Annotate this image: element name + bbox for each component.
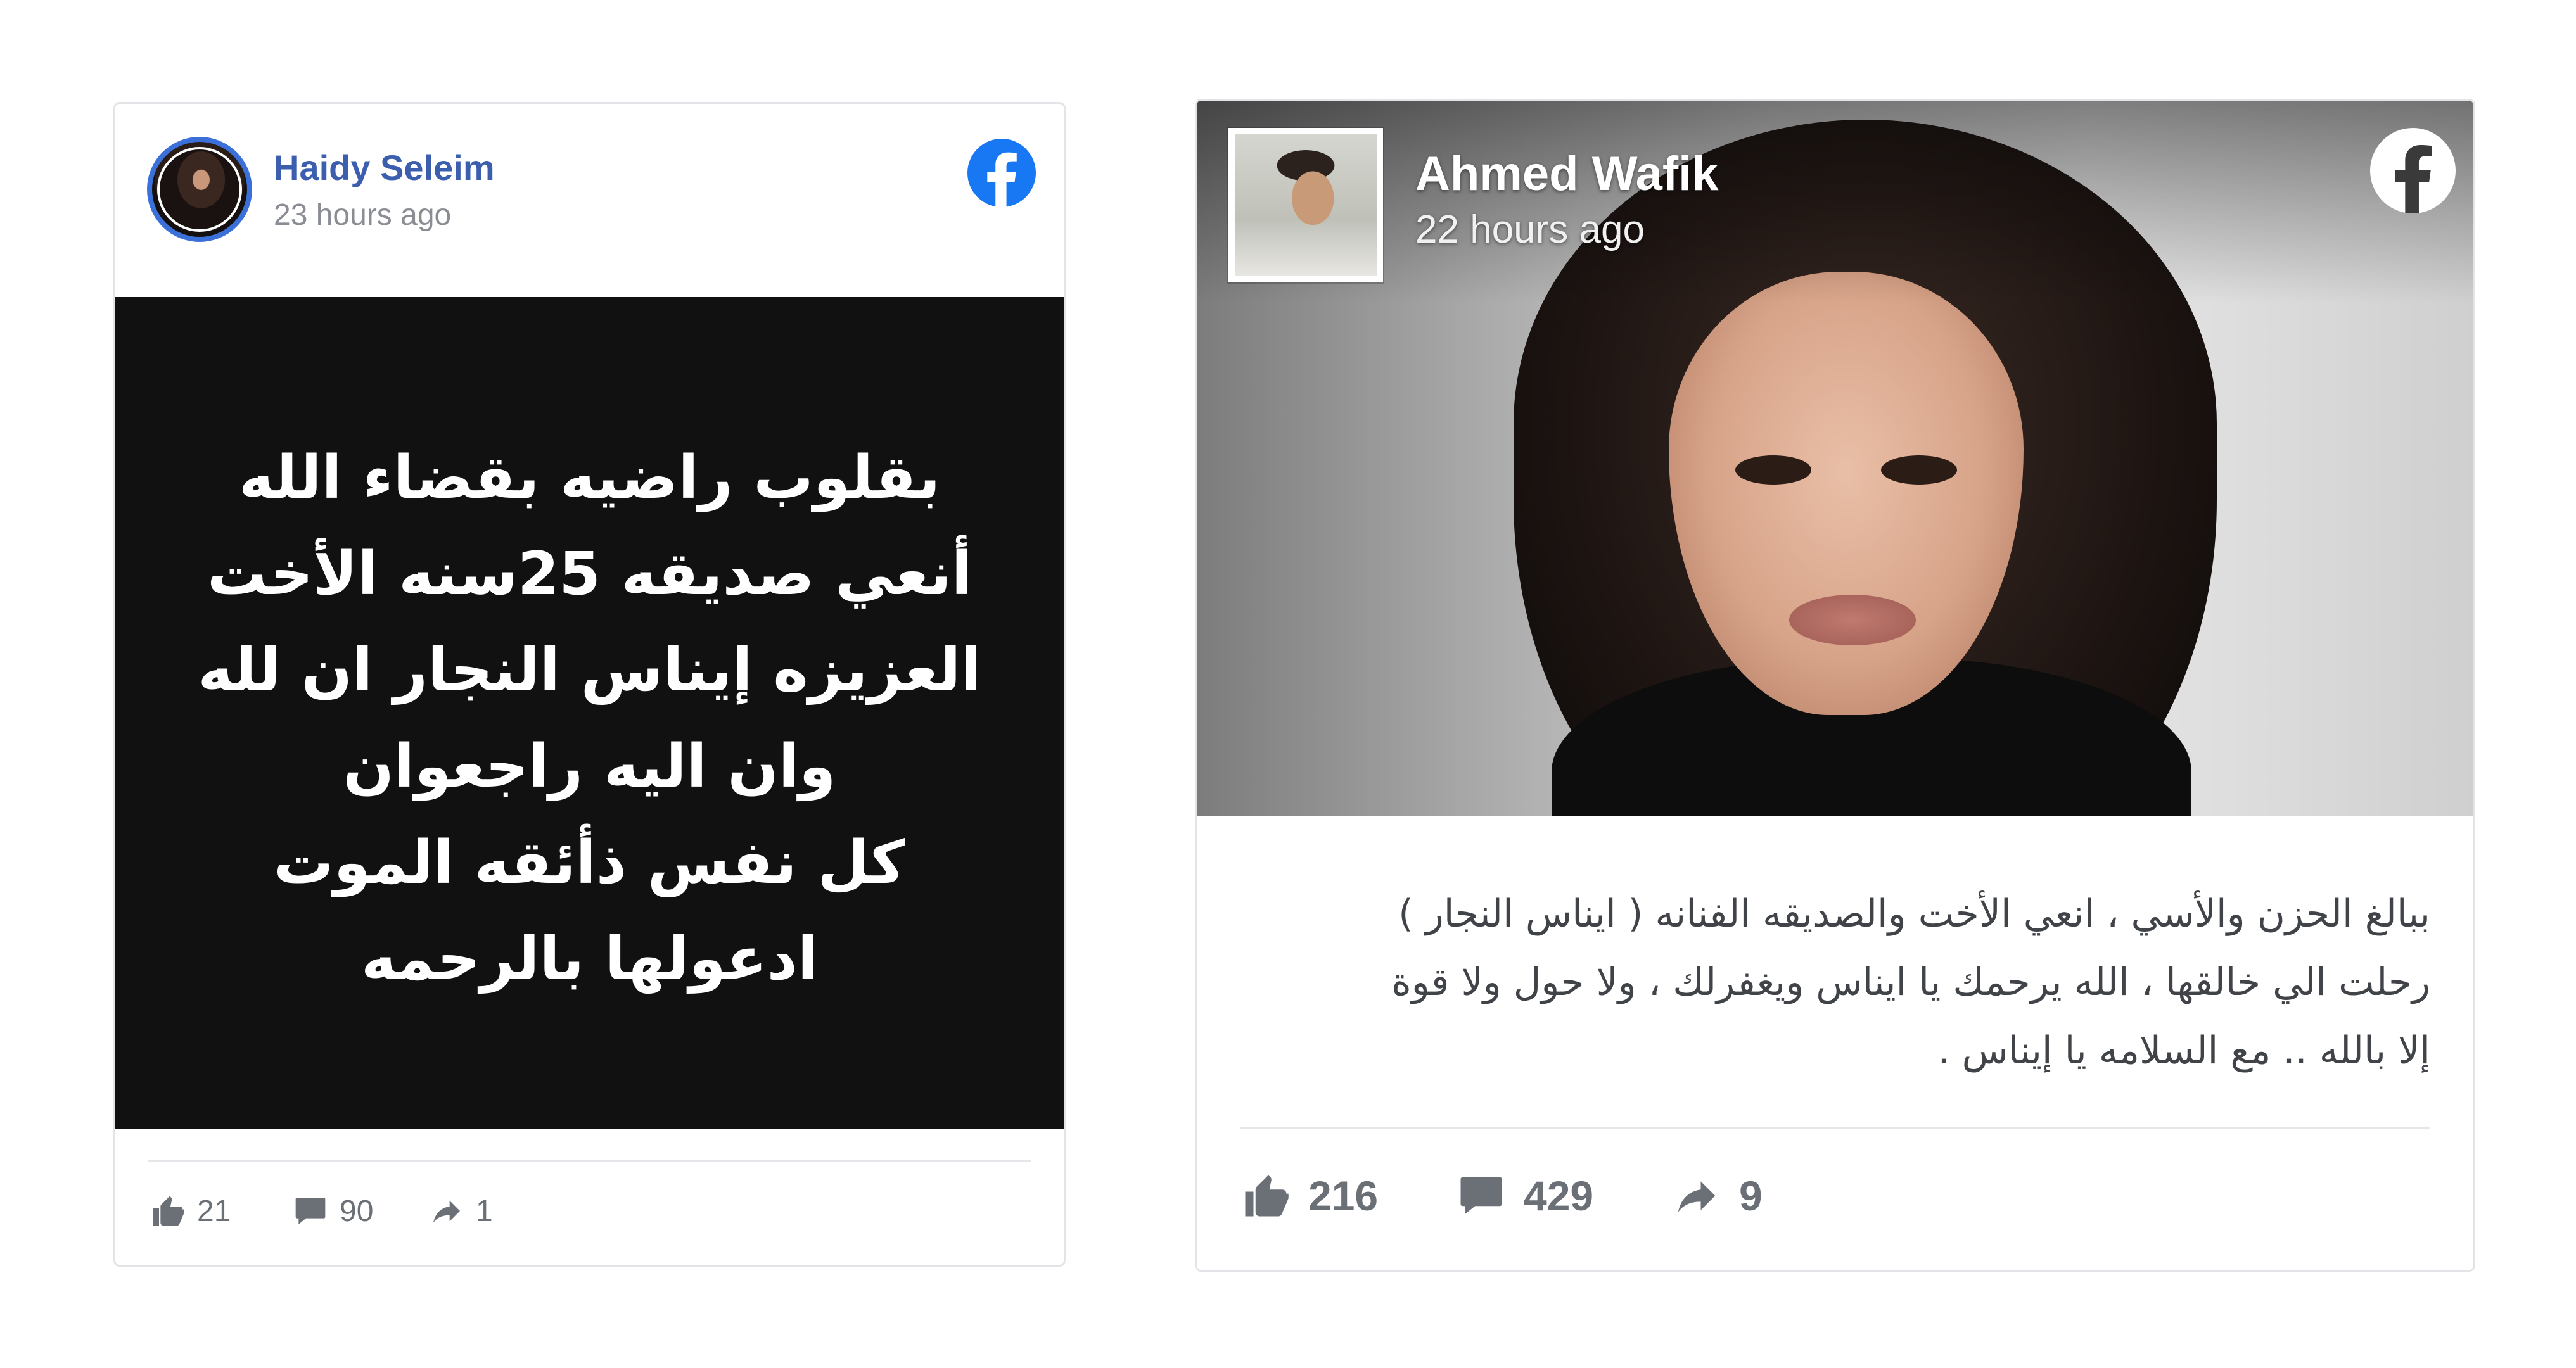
share-button[interactable]: 9: [1672, 1171, 1763, 1220]
post-line: كل نفس ذأئقه الموت: [274, 828, 905, 897]
post-card-haidy: Haidy Seleim 23 hours ago بقلوب راضيه بق…: [113, 102, 1066, 1267]
photo-lips: [1789, 595, 1916, 645]
post-line: بقلوب راضيه بقضاء الله: [238, 443, 941, 512]
avatar[interactable]: [1228, 128, 1383, 282]
like-button[interactable]: 21: [150, 1193, 231, 1229]
post-card-ahmed: Ahmed Wafik 22 hours ago ببالغ الحزن وال…: [1195, 99, 2475, 1272]
photo-eye: [1735, 455, 1811, 484]
post-photo[interactable]: Ahmed Wafik 22 hours ago: [1197, 101, 2473, 816]
share-arrow-icon: [433, 1200, 460, 1223]
post-line: وان اليه راجعوان: [343, 732, 836, 801]
post-line: العزيزه إيناس النجار ان لله: [198, 636, 981, 705]
comment-button[interactable]: 90: [293, 1193, 373, 1229]
comment-count: 429: [1524, 1172, 1594, 1219]
thumbs-up-icon: [1245, 1175, 1289, 1217]
author-name[interactable]: Haidy Seleim: [274, 147, 495, 188]
post-header: Haidy Seleim 23 hours ago: [115, 104, 1064, 297]
post-line: إلا بالله .. مع السلامه يا إيناس .: [1937, 1029, 2430, 1073]
facebook-icon[interactable]: [967, 139, 1036, 207]
post-time[interactable]: 23 hours ago: [274, 198, 451, 232]
post-text: ببالغ الحزن والأسي ، انعي الأخت والصديقه…: [1227, 880, 2430, 1085]
divider: [148, 1160, 1031, 1162]
share-count: 1: [476, 1194, 493, 1228]
comment-icon: [1460, 1177, 1502, 1215]
comment-count: 90: [340, 1194, 374, 1228]
post-line: أنعي صديقه 25سنه الأخت: [207, 540, 972, 609]
avatar-image: [1235, 134, 1377, 276]
facebook-icon[interactable]: [2370, 128, 2456, 213]
post-line: ببالغ الحزن والأسي ، انعي الأخت والصديقه…: [1398, 892, 2430, 936]
share-count: 9: [1739, 1172, 1763, 1219]
avatar-image: [157, 147, 242, 232]
author-name[interactable]: Ahmed Wafik: [1415, 146, 1719, 201]
post-line: ادعولها بالرحمه: [360, 925, 819, 994]
photo-shade: [1197, 101, 2473, 303]
share-button[interactable]: 1: [429, 1193, 493, 1229]
photo-eye: [1881, 455, 1957, 484]
divider: [1240, 1127, 2430, 1129]
like-count: 216: [1308, 1172, 1379, 1219]
post-time[interactable]: 22 hours ago: [1415, 207, 1645, 252]
share-arrow-icon: [1678, 1181, 1716, 1212]
post-text: بقلوب راضيه بقضاء الله أنعي صديقه 25سنه …: [115, 430, 1064, 1008]
like-count: 21: [197, 1194, 231, 1228]
avatar[interactable]: [147, 137, 252, 242]
post-line: رحلت الي خالقها ، الله يرحمك يا ايناس وي…: [1391, 960, 2430, 1004]
comment-icon: [295, 1198, 326, 1224]
comment-button[interactable]: 429: [1457, 1171, 1593, 1220]
thumbs-up-icon: [153, 1196, 184, 1226]
like-button[interactable]: 216: [1241, 1171, 1378, 1220]
post-image-text[interactable]: بقلوب راضيه بقضاء الله أنعي صديقه 25سنه …: [115, 297, 1064, 1129]
